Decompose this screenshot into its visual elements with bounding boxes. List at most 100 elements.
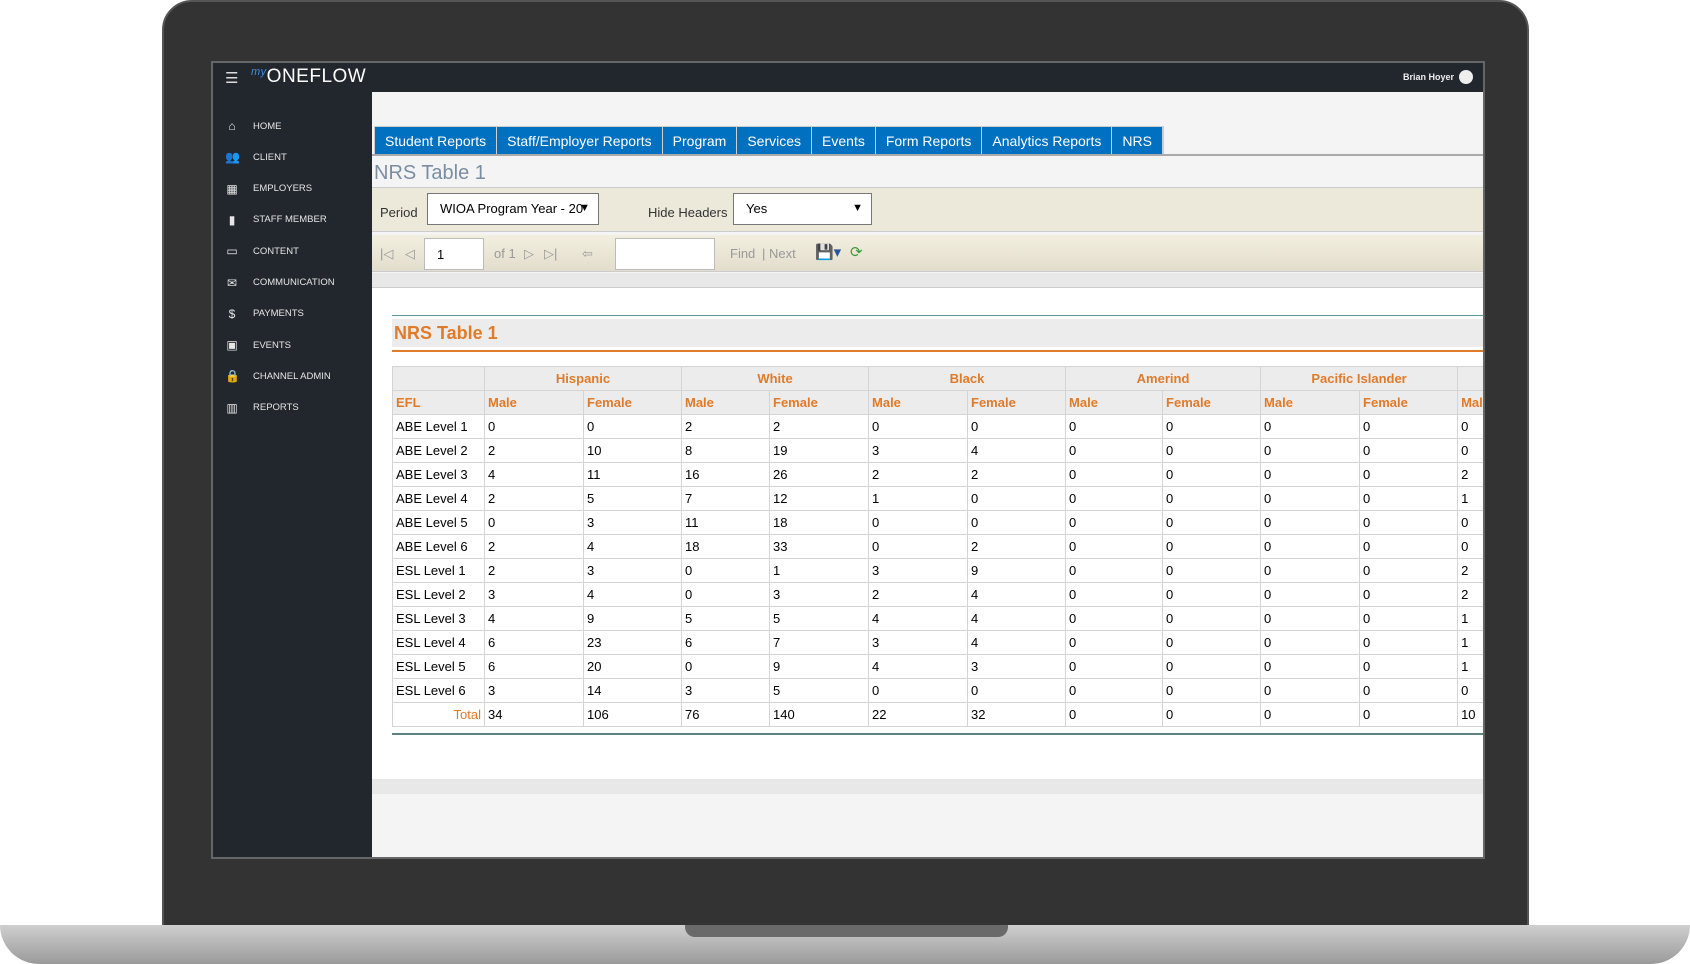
value-cell: 2 (484, 438, 584, 463)
top-bar: ☰ myONEFLOW Brian Hoyer (213, 63, 1483, 92)
value-cell: 0 (1065, 414, 1164, 439)
period-select[interactable]: WIOA Program Year - 20 ▼ (427, 193, 599, 225)
tab-events[interactable]: Events (812, 127, 876, 155)
value-cell: 0 (1162, 486, 1262, 511)
value-cell: 1 (868, 486, 969, 511)
sidebar-item-label: REPORTS (253, 402, 299, 414)
value-cell: 0 (1457, 534, 1483, 559)
value-cell: 26 (768, 462, 870, 487)
value-cell: 20 (583, 654, 682, 679)
find-input[interactable] (615, 238, 715, 270)
sidebar-item-home[interactable]: ⌂ HOME (213, 116, 372, 136)
subheader-row: EFL Male Female Male Female Male Female Male Fem… (392, 390, 1483, 415)
group-header: Hispanic (484, 366, 682, 391)
value-cell: 2 (1457, 462, 1483, 487)
chevron-down-icon: ▼ (579, 202, 590, 214)
value-cell: 0 (1162, 414, 1262, 439)
value-cell: 1 (1457, 606, 1483, 631)
header-blank (392, 366, 485, 391)
male-header: Male (1260, 390, 1361, 415)
tab-nrs[interactable]: NRS (1112, 127, 1163, 155)
efl-cell: ABE Level 2 (392, 438, 485, 463)
value-cell: 2 (868, 462, 969, 487)
value-cell: 0 (484, 414, 584, 439)
page-number-input[interactable]: 1 (424, 238, 484, 270)
efl-cell: ESL Level 1 (392, 558, 485, 583)
value-cell: 0 (1359, 534, 1459, 559)
value-cell: 11 (681, 510, 770, 535)
sidebar-item-client[interactable]: 👥 CLIENT (213, 147, 372, 167)
total-cell: 22 (868, 702, 969, 727)
value-cell: 1 (768, 558, 870, 583)
value-cell: 0 (1260, 678, 1361, 703)
sidebar-item-staff-member[interactable]: ▮ STAFF MEMBER (213, 210, 372, 230)
value-cell: 0 (1065, 678, 1164, 703)
value-cell: 0 (1065, 654, 1164, 679)
last-page-icon[interactable]: ▷| (544, 246, 557, 262)
logo[interactable]: myONEFLOW (251, 66, 366, 88)
value-cell: 8 (681, 438, 770, 463)
table-row: ESL Level 123013900002 (392, 558, 1483, 583)
find-link[interactable]: Find (730, 246, 755, 261)
value-cell: 0 (484, 510, 584, 535)
next-page-icon[interactable]: ▷ (524, 246, 534, 262)
mail-icon: ✉ (226, 275, 238, 290)
female-header: Female (967, 390, 1067, 415)
value-cell: 0 (1359, 462, 1459, 487)
refresh-icon[interactable]: ⟳ (850, 243, 863, 261)
lock-icon: 🔒 (225, 369, 240, 384)
tab-analytics-reports[interactable]: Analytics Reports (982, 127, 1113, 155)
value-cell: 0 (1359, 558, 1459, 583)
value-cell: 3 (868, 438, 969, 463)
table-row: ABE Level 6 2 4 18 33 0 2 0 0 0 0 0 (392, 534, 1483, 559)
value-cell: 1 (1457, 486, 1483, 511)
tab-staff-employer-reports[interactable]: Staff/Employer Reports (497, 127, 663, 155)
sidebar-item-communication[interactable]: ✉ COMMUNICATION (213, 273, 372, 293)
tab-program[interactable]: Program (662, 127, 738, 155)
tab-student-reports[interactable]: Student Reports (375, 127, 498, 155)
total-cell: 0 (1359, 702, 1459, 727)
value-cell: 0 (1260, 438, 1361, 463)
total-cell: 10 (1457, 702, 1483, 727)
value-cell: 2 (967, 462, 1067, 487)
value-cell: 3 (868, 558, 969, 583)
table-row: ABE Level 100220000000 (392, 414, 1483, 439)
sidebar-item-employers[interactable]: ▦ EMPLOYERS (213, 179, 372, 199)
sidebar-item-reports[interactable]: ▥ REPORTS (213, 398, 372, 418)
main-content: Student Reports Staff/Employer Reports Pro… (372, 92, 1483, 857)
value-cell: 18 (681, 534, 770, 559)
sidebar-item-label: EMPLOYERS (253, 183, 313, 195)
period-value: WIOA Program Year - 20 (440, 201, 584, 216)
value-cell: 0 (868, 534, 969, 559)
group-header: Black (868, 366, 1067, 391)
export-save-icon[interactable]: 💾▾ (815, 243, 841, 261)
efl-cell: ESL Level 6 (392, 678, 485, 703)
back-icon[interactable]: ⇦ (582, 246, 593, 262)
user-menu[interactable]: Brian Hoyer (1403, 70, 1473, 84)
sidebar-item-events[interactable]: ▣ EVENTS (213, 335, 372, 355)
sidebar-item-channel-admin[interactable]: 🔒 CHANNEL ADMIN (213, 366, 372, 386)
value-cell: 0 (967, 414, 1067, 439)
value-cell: 0 (1260, 654, 1361, 679)
hide-headers-select[interactable]: Yes ▼ (733, 193, 872, 225)
efl-cell: ABE Level 3 (392, 462, 485, 487)
total-cell: 0 (1065, 702, 1164, 727)
report-title: NRS Table 1 (392, 319, 1483, 347)
tab-form-reports[interactable]: Form Reports (875, 127, 983, 155)
next-link[interactable]: Next (769, 246, 796, 261)
value-cell: 0 (967, 486, 1067, 511)
tab-services[interactable]: Services (737, 127, 813, 155)
sidebar-item-content[interactable]: ▭ CONTENT (213, 241, 372, 261)
previous-page-icon[interactable]: ◁ (405, 246, 415, 262)
value-cell: 0 (1260, 630, 1361, 655)
hamburger-menu-icon[interactable]: ☰ (225, 69, 238, 87)
value-cell: 0 (1359, 654, 1459, 679)
value-cell: 9 (768, 654, 870, 679)
value-cell: 0 (1162, 678, 1262, 703)
value-cell: 0 (681, 582, 770, 607)
first-page-icon[interactable]: |◁ (380, 246, 393, 262)
sidebar-item-payments[interactable]: $ PAYMENTS (213, 304, 372, 324)
value-cell: 2 (484, 558, 584, 583)
value-cell: 0 (1162, 534, 1262, 559)
users-icon: 👥 (225, 150, 240, 165)
